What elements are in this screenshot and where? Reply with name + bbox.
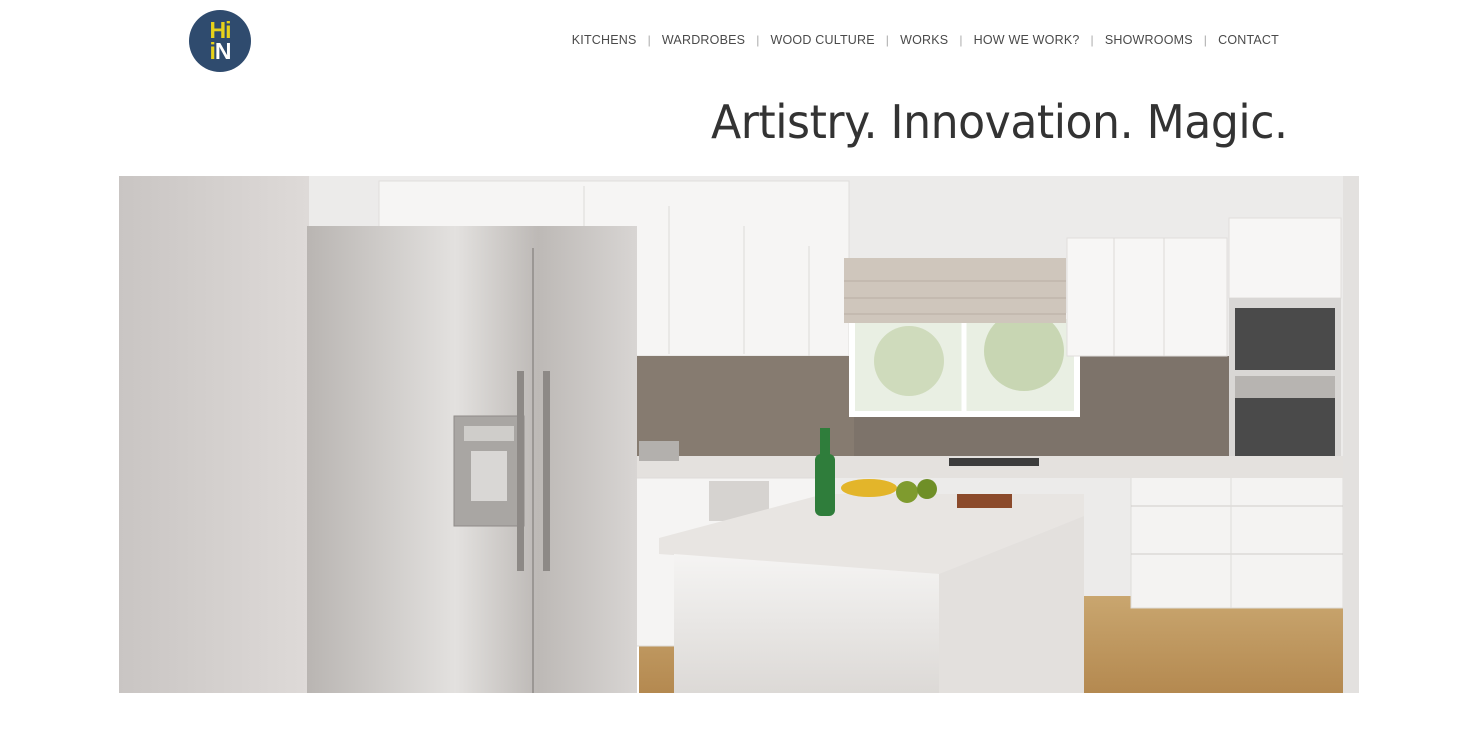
logo-text-line2: iN xyxy=(209,38,231,64)
main-navigation: KITCHENS | WARDROBES | WOOD CULTURE | WO… xyxy=(572,33,1279,47)
nav-item-works[interactable]: WORKS xyxy=(900,33,948,47)
nav-item-contact[interactable]: CONTACT xyxy=(1218,33,1279,47)
nav-separator: | xyxy=(885,33,890,47)
nav-item-showrooms[interactable]: SHOWROOMS xyxy=(1105,33,1193,47)
nav-item-wardrobes[interactable]: WARDROBES xyxy=(662,33,745,47)
nav-item-how-we-work[interactable]: HOW WE WORK? xyxy=(974,33,1080,47)
nav-separator: | xyxy=(647,33,651,47)
brand-logo[interactable]: Hi iN xyxy=(189,10,251,72)
nav-separator: | xyxy=(959,33,963,47)
page-tagline: Artistry. Innovation. Magic. xyxy=(711,95,1288,149)
nav-separator: | xyxy=(1090,33,1094,47)
hero-kitchen-image xyxy=(119,176,1359,693)
nav-separator: | xyxy=(1203,33,1208,47)
nav-item-kitchens[interactable]: KITCHENS xyxy=(572,33,637,47)
nav-item-wood-culture[interactable]: WOOD CULTURE xyxy=(771,33,875,47)
nav-separator: | xyxy=(756,33,760,47)
